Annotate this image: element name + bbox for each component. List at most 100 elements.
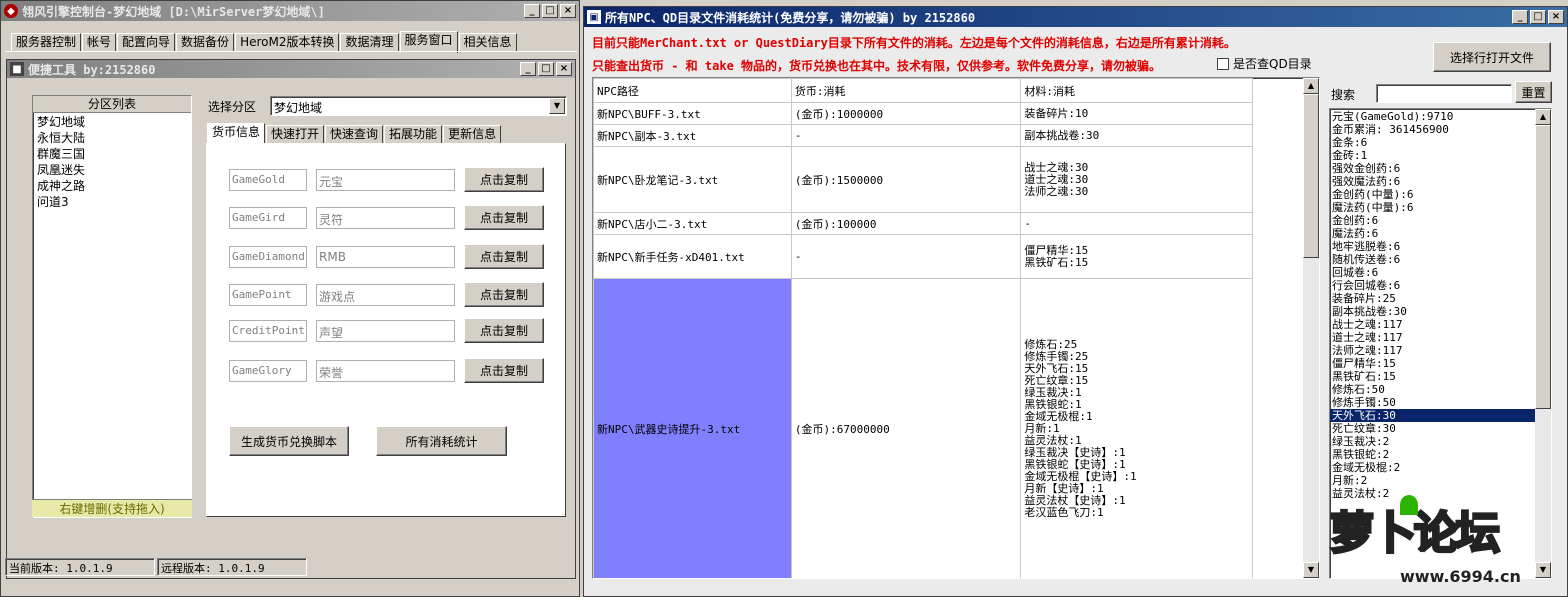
copy-button[interactable]: 点击复制	[464, 244, 544, 269]
total-list-item[interactable]: 装备碎片:25	[1330, 292, 1535, 305]
currency-name-field[interactable]: 荣誉	[316, 360, 455, 382]
scroll-thumb[interactable]	[1535, 125, 1551, 409]
table-header-cell[interactable]: NPC路径	[593, 78, 792, 103]
total-list-item[interactable]: 修炼手镯:50	[1330, 396, 1535, 409]
table-row[interactable]: 新NPC\卧龙笔记-3.txt (金币):1500000 战士之魂:30 道士之魂:3…	[593, 146, 1253, 213]
currency-name-field[interactable]: RMB	[316, 246, 455, 268]
total-list-item[interactable]: 随机传送卷:6	[1330, 253, 1535, 266]
total-list-item[interactable]: 金创药:6	[1330, 214, 1535, 227]
materials-cell[interactable]: 装备碎片:10	[1020, 102, 1253, 125]
reset-button[interactable]: 重置	[1515, 81, 1552, 103]
copy-button[interactable]: 点击复制	[464, 282, 544, 307]
minimize-icon[interactable]: _	[524, 4, 540, 18]
minimize-icon[interactable]: _	[520, 62, 536, 76]
menu-tab[interactable]: 帐号	[82, 33, 117, 52]
total-list-item[interactable]: 战士之魂:117	[1330, 318, 1535, 331]
currency-name-field[interactable]: 游戏点	[316, 284, 455, 306]
menu-tab[interactable]: HeroM2版本转换	[235, 33, 340, 52]
total-list-item[interactable]: 强效魔法药:6	[1330, 175, 1535, 188]
stats-titlebar[interactable]: ▣ 所有NPC、QD目录文件消耗统计(免费分享，请勿被骗) by 2152860…	[584, 7, 1567, 27]
currency-cell[interactable]: (金币):1500000	[790, 146, 1022, 213]
total-list-item[interactable]: 副本挑战卷:30	[1330, 305, 1535, 318]
table-row[interactable]: 新NPC\店小二-3.txt (金币):100000-	[593, 212, 1253, 235]
copy-button[interactable]: 点击复制	[464, 358, 544, 383]
tool-titlebar[interactable]: ■ 便捷工具 by:2152860 _ □ ×	[7, 60, 575, 78]
tool-tab[interactable]: 快速查询	[325, 125, 384, 144]
currency-code-field[interactable]: GameGlory	[229, 360, 307, 382]
table-header-cell[interactable]: 货币:消耗	[790, 78, 1022, 103]
consumption-table[interactable]: NPC路径 货币:消耗 材料:消耗 新NPC\BUFF-3.txt (金币):10000…	[593, 78, 1253, 578]
menu-tab[interactable]: 数据清理	[340, 33, 399, 52]
total-list-item[interactable]: 黑铁银蛇:2	[1330, 448, 1535, 461]
table-row[interactable]: 新NPC\武器史诗提升-3.txt (金币):67000000 修炼石:25 修炼手镯…	[593, 278, 1253, 578]
currency-code-field[interactable]: CreditPoint	[229, 320, 307, 342]
scroll-up-icon[interactable]: ▲	[1303, 78, 1319, 94]
scroll-thumb[interactable]	[1303, 94, 1319, 258]
npc-path-cell[interactable]: 新NPC\副本-3.txt	[593, 124, 792, 147]
tool-tab[interactable]: 更新信息	[443, 125, 502, 144]
currency-code-field[interactable]: GameGird	[229, 207, 307, 229]
npc-path-cell[interactable]: 新NPC\新手任务-xD401.txt	[593, 234, 792, 279]
qd-checkbox[interactable]: 是否查QD目录	[1217, 55, 1312, 72]
materials-cell[interactable]: 战士之魂:30 道士之魂:30 法师之魂:30	[1020, 146, 1253, 213]
currency-code-field[interactable]: GameDiamond	[229, 246, 307, 268]
tool-tab[interactable]: 货币信息	[207, 123, 266, 145]
materials-cell[interactable]: 副本挑战卷:30	[1020, 124, 1253, 147]
all-stats-button[interactable]: 所有消耗统计	[376, 426, 507, 456]
copy-button[interactable]: 点击复制	[464, 205, 544, 230]
close-icon[interactable]: ×	[1548, 10, 1564, 24]
currency-cell[interactable]: -	[790, 124, 1022, 147]
zone-list-item[interactable]: 问道3	[37, 194, 187, 210]
currency-name-field[interactable]: 灵符	[316, 207, 455, 229]
npc-path-cell[interactable]: 新NPC\卧龙笔记-3.txt	[593, 146, 792, 213]
maximize-icon[interactable]: □	[542, 4, 558, 18]
total-list-item[interactable]: 天外飞石:30	[1330, 409, 1535, 422]
total-list-item[interactable]: 死亡纹章:30	[1330, 422, 1535, 435]
table-scrollbar[interactable]: ▲ ▼	[1303, 78, 1319, 578]
maximize-icon[interactable]: □	[1530, 10, 1546, 24]
total-list-item[interactable]: 黑铁矿石:15	[1330, 370, 1535, 383]
currency-cell[interactable]: -	[790, 234, 1022, 279]
total-list-item[interactable]: 修炼石:50	[1330, 383, 1535, 396]
total-list-item[interactable]: 魔法药:6	[1330, 227, 1535, 240]
close-icon[interactable]: ×	[556, 62, 572, 76]
minimize-icon[interactable]: _	[1512, 10, 1528, 24]
copy-button[interactable]: 点击复制	[464, 167, 544, 192]
search-input[interactable]	[1376, 84, 1512, 103]
materials-cell[interactable]: -	[1020, 212, 1253, 235]
currency-cell[interactable]: (金币):100000	[790, 212, 1022, 235]
total-list-item[interactable]: 行会回城卷:6	[1330, 279, 1535, 292]
menu-tab[interactable]: 数据备份	[176, 33, 235, 52]
zone-list-item[interactable]: 凤凰迷失	[37, 162, 187, 178]
currency-code-field[interactable]: GamePoint	[229, 284, 307, 306]
console-titlebar[interactable]: ◆ 翎风引擎控制台-梦幻地域 [D:\MirServer梦幻地域\] _ □ ×	[1, 1, 579, 21]
checkbox-icon[interactable]	[1217, 57, 1229, 70]
menu-tab[interactable]: 服务器控制	[11, 33, 82, 52]
total-list-item[interactable]: 月新:2	[1330, 474, 1535, 487]
zone-list-item[interactable]: 永恒大陆	[37, 130, 187, 146]
total-list-item[interactable]: 金域无极棍:2	[1330, 461, 1535, 474]
scroll-up-icon[interactable]: ▲	[1535, 109, 1551, 125]
chevron-down-icon[interactable]: ▼	[549, 98, 565, 114]
total-list-item[interactable]: 金币累消: 361456900	[1330, 123, 1535, 136]
tool-tab[interactable]: 快速打开	[266, 125, 325, 144]
currency-name-field[interactable]: 元宝	[316, 169, 455, 191]
total-list-item[interactable]: 道士之魂:117	[1330, 331, 1535, 344]
copy-button[interactable]: 点击复制	[464, 318, 544, 343]
total-list-item[interactable]: 绿玉裁决:2	[1330, 435, 1535, 448]
total-list-item[interactable]: 金条:6	[1330, 136, 1535, 149]
close-icon[interactable]: ×	[560, 4, 576, 18]
scroll-down-icon[interactable]: ▼	[1303, 562, 1319, 578]
npc-path-cell[interactable]: 新NPC\武器史诗提升-3.txt	[593, 278, 792, 578]
open-file-button[interactable]: 选择行打开文件	[1433, 42, 1551, 72]
total-list-item[interactable]: 金砖:1	[1330, 149, 1535, 162]
materials-cell[interactable]: 修炼石:25 修炼手镯:25 天外飞石:15 死亡纹章:15 绿玉裁决:1 黑铁银蛇:1 金…	[1020, 278, 1253, 578]
currency-cell[interactable]: (金币):67000000	[790, 278, 1022, 578]
zone-list-header[interactable]: 分区列表	[33, 96, 191, 113]
currency-code-field[interactable]: GameGold	[229, 169, 307, 191]
npc-path-cell[interactable]: 新NPC\BUFF-3.txt	[593, 102, 792, 125]
menu-tab[interactable]: 服务窗口	[399, 31, 458, 53]
select-zone-dropdown[interactable]: 梦幻地域 ▼	[270, 96, 567, 116]
menu-tab[interactable]: 配置向导	[117, 33, 176, 52]
zone-list-item[interactable]: 群魔三国	[37, 146, 187, 162]
